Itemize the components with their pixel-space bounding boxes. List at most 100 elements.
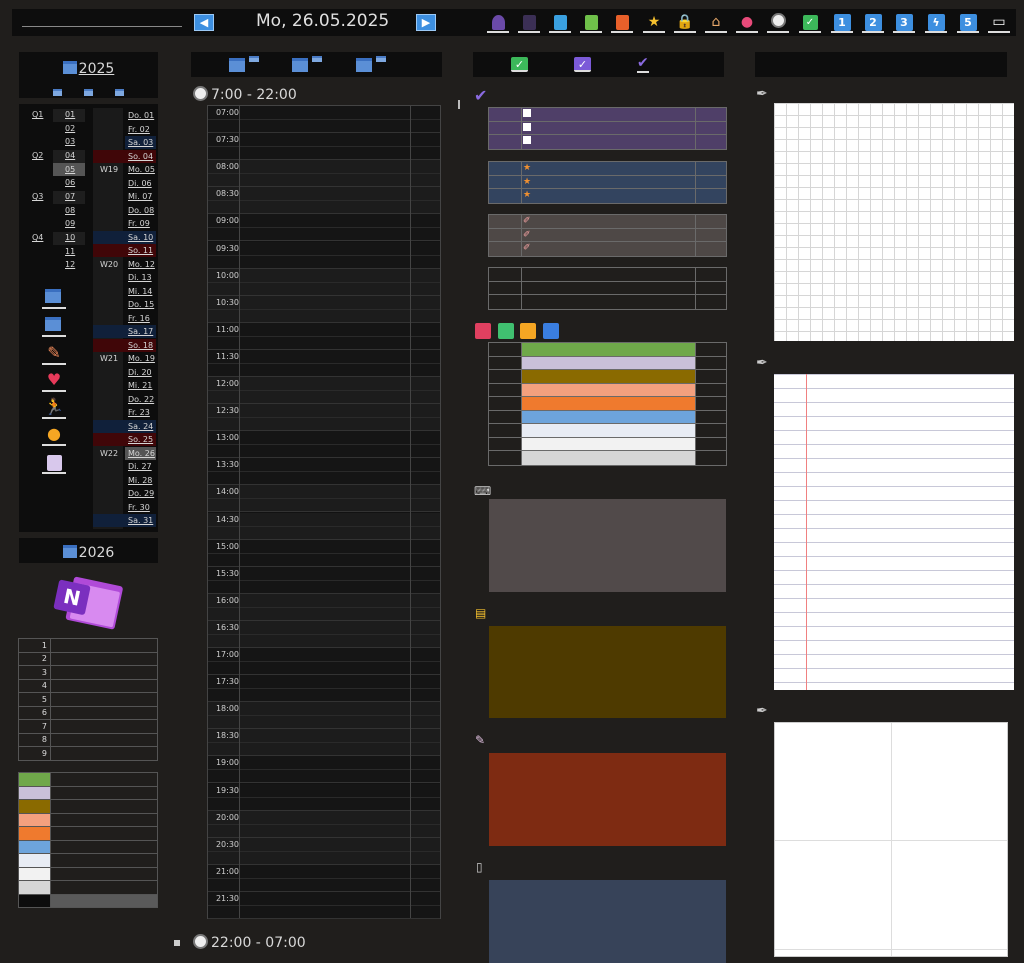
color-category-row[interactable] xyxy=(489,451,726,465)
day-link[interactable]: Di. 20 xyxy=(125,366,156,379)
color-swatch[interactable] xyxy=(18,785,51,800)
time-slot-row[interactable]: 19:00 xyxy=(208,756,440,784)
day-link[interactable]: So. 04 xyxy=(93,149,156,163)
day-link[interactable]: Do. 29 xyxy=(125,487,156,500)
color-category-row[interactable] xyxy=(489,370,726,384)
day-link[interactable]: Fr. 30 xyxy=(125,501,156,514)
orange-book-icon[interactable] xyxy=(611,11,633,33)
color-swatch[interactable] xyxy=(18,826,51,841)
month-link-current[interactable]: 05 xyxy=(65,165,75,174)
checkbox[interactable] xyxy=(523,136,531,144)
month-link[interactable]: 06 xyxy=(65,178,75,187)
star-icon[interactable]: ★ xyxy=(643,11,665,33)
time-slot-row[interactable]: 20:30 xyxy=(208,837,440,865)
lock-icon[interactable]: 🔒 xyxy=(674,11,696,33)
month-link[interactable]: 08 xyxy=(65,206,75,215)
red-tag-icon[interactable] xyxy=(475,323,491,339)
school-icon[interactable]: ⌂ xyxy=(705,11,727,33)
mini-calendar-icon[interactable] xyxy=(115,89,124,96)
quarter-link[interactable]: Q3 xyxy=(32,192,43,201)
color-swatch[interactable] xyxy=(18,799,51,814)
add-day-event-icon[interactable] xyxy=(229,58,245,72)
expand-bullet-icon[interactable] xyxy=(174,940,180,946)
pen-nib-icon[interactable]: ✒ xyxy=(756,703,768,719)
week-link[interactable]: W20 xyxy=(100,260,118,269)
day-link[interactable]: Di. 27 xyxy=(125,460,156,473)
day-link[interactable]: Fr. 23 xyxy=(125,406,156,419)
day-link[interactable]: Mi. 21 xyxy=(125,379,156,392)
running-icon[interactable]: 🏃 xyxy=(42,397,66,419)
color-category-row[interactable] xyxy=(489,343,726,357)
time-slot-row[interactable]: 21:30 xyxy=(208,891,440,919)
day-link[interactable]: So. 11 xyxy=(93,244,156,257)
month-link[interactable]: 03 xyxy=(65,137,75,146)
month-link[interactable]: 09 xyxy=(65,219,75,228)
time-slot-row[interactable]: 17:00 xyxy=(208,648,440,675)
color-swatch[interactable] xyxy=(18,893,51,908)
star-icon[interactable]: ★ xyxy=(523,190,531,201)
day-link[interactable]: Mo. 12 xyxy=(125,258,156,271)
time-grid[interactable]: 07:00 07:30 08:00 08:30 09:00 09:30 10:00 10:30… xyxy=(207,105,441,919)
time-slot-row[interactable]: 12:30 xyxy=(208,404,440,432)
time-slot-row[interactable]: 13:30 xyxy=(208,458,440,486)
notebook-icon[interactable] xyxy=(518,11,540,33)
time-slot-row[interactable]: 15:00 xyxy=(208,539,440,567)
time-slot-row[interactable]: 16:00 xyxy=(208,593,440,621)
day-link[interactable]: Do. 22 xyxy=(125,393,156,406)
color-category-row[interactable] xyxy=(489,397,726,411)
time-slot-row[interactable]: 09:30 xyxy=(208,241,440,269)
number-3-icon[interactable]: 3 xyxy=(893,11,915,33)
week-link[interactable]: W21 xyxy=(100,354,118,363)
time-slot-row[interactable]: 19:30 xyxy=(208,783,440,811)
day-link[interactable]: Mi. 14 xyxy=(125,285,156,298)
color-swatch[interactable] xyxy=(18,866,51,881)
color-swatch[interactable] xyxy=(18,839,51,854)
day-link[interactable]: So. 18 xyxy=(93,338,156,352)
grid-paper[interactable] xyxy=(774,103,1014,341)
quarter-link[interactable]: Q4 xyxy=(32,233,43,242)
time-slot-row[interactable]: 10:30 xyxy=(208,295,440,323)
pen-icon[interactable]: ✐ xyxy=(523,243,531,254)
color-swatch[interactable] xyxy=(18,812,51,827)
color-category-row[interactable] xyxy=(489,410,726,424)
quarter-link[interactable]: Q2 xyxy=(32,151,43,160)
time-slot-row[interactable]: 16:30 xyxy=(208,620,440,648)
time-slot-row[interactable]: 14:30 xyxy=(208,512,440,540)
day-link[interactable]: Di. 06 xyxy=(125,177,156,190)
time-slot-row[interactable]: 18:30 xyxy=(208,729,440,757)
checkbox[interactable] xyxy=(523,109,531,117)
time-slot-row[interactable]: 09:00 xyxy=(208,214,440,242)
checkbox-icon[interactable]: ✓ xyxy=(799,11,821,33)
month-link[interactable]: 02 xyxy=(65,124,75,133)
week-link[interactable]: W19 xyxy=(100,165,118,174)
time-slot-row[interactable]: 18:00 xyxy=(208,702,440,730)
time-slot-row[interactable]: 08:30 xyxy=(208,187,440,215)
note-edit-icon[interactable]: ✎ xyxy=(42,343,66,365)
quadrant-paper[interactable] xyxy=(774,722,1008,957)
time-slot-row[interactable]: 14:00 xyxy=(208,485,440,513)
next-day-button[interactable]: ▶ xyxy=(416,14,436,31)
day-link[interactable]: Di. 13 xyxy=(125,271,156,284)
color-swatch[interactable] xyxy=(18,880,51,895)
pen-nib-icon[interactable]: ✒ xyxy=(756,86,768,102)
add-week-event-icon[interactable] xyxy=(292,58,308,72)
day-link[interactable]: Sa. 31 xyxy=(93,514,156,527)
person-icon[interactable] xyxy=(487,11,509,33)
checkmark-icon[interactable]: ✔ xyxy=(637,55,649,73)
quarter-link[interactable]: Q1 xyxy=(32,110,43,119)
year-2025-link[interactable]: 2025 xyxy=(79,61,115,77)
color-category-row[interactable] xyxy=(489,424,726,438)
month-link[interactable]: 04 xyxy=(65,151,75,160)
star-icon[interactable]: ★ xyxy=(523,163,531,174)
month-link[interactable]: 07 xyxy=(65,192,75,201)
blue-tag-icon[interactable] xyxy=(543,323,559,339)
note-area-olive[interactable] xyxy=(489,626,726,718)
mini-calendar-icon[interactable] xyxy=(53,89,62,96)
coin-icon[interactable]: ● xyxy=(42,424,66,446)
star-icon[interactable]: ★ xyxy=(523,177,531,188)
time-slot-row[interactable]: 17:30 xyxy=(208,675,440,703)
day-link[interactable]: Sa. 17 xyxy=(93,325,156,338)
time-slot-row[interactable]: 07:00 xyxy=(208,106,440,133)
blank-page-icon[interactable] xyxy=(42,452,66,474)
calendar-week-icon[interactable] xyxy=(42,315,66,337)
